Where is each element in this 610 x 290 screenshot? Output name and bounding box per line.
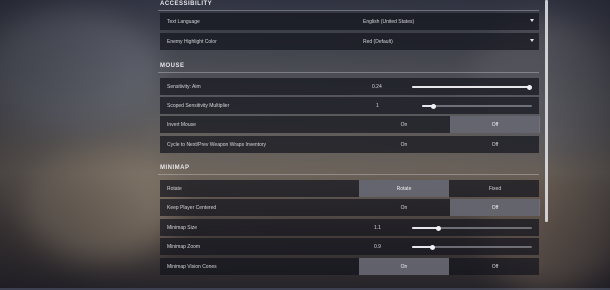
- setting-text-language[interactable]: Text Language English (United States): [160, 13, 539, 30]
- scrollbar[interactable]: [545, 0, 548, 222]
- toggle-off[interactable]: Off: [450, 199, 540, 216]
- setting-invert-mouse: Invert Mouse On Off: [160, 116, 540, 133]
- minimap-size-slider[interactable]: [412, 225, 532, 231]
- setting-cycle-weapon-wraps: Cycle to Next/Prev Weapon Wraps Inventor…: [160, 136, 539, 153]
- toggle-on[interactable]: On: [359, 199, 449, 216]
- sensitivity-aim-slider[interactable]: [412, 84, 533, 90]
- slider-fill: [412, 227, 439, 229]
- slider-value[interactable]: 1: [376, 103, 379, 109]
- setting-enemy-highlight-color[interactable]: Enemy Highlight Color Red (Default): [160, 33, 539, 50]
- section-header-mouse: MOUSE: [158, 59, 539, 73]
- toggle-off[interactable]: Off: [450, 258, 540, 275]
- setting-minimap-vision-cones: Minimap Vision Cones On Off: [160, 258, 539, 275]
- setting-keep-player-centered: Keep Player Centered On Off: [160, 199, 540, 216]
- setting-label: Minimap Vision Cones: [167, 263, 217, 270]
- setting-minimap-size: Minimap Size 1.1: [160, 219, 539, 236]
- toggle-on[interactable]: On: [359, 136, 449, 153]
- dropdown-value[interactable]: Red (Default): [363, 39, 393, 45]
- slider-thumb[interactable]: [429, 244, 435, 250]
- setting-label: Rotate: [167, 185, 182, 192]
- setting-label: Invert Mouse: [167, 121, 196, 128]
- setting-label: Keep Player Centered: [167, 204, 217, 211]
- toggle-on[interactable]: On: [359, 116, 449, 133]
- setting-rotate: Rotate Rotate Fixed: [160, 180, 539, 197]
- setting-label: Scoped Sensitivity Multiplier: [167, 102, 230, 109]
- section-title: ACCESSIBILITY: [160, 0, 213, 7]
- toggle-off[interactable]: Off: [450, 116, 540, 133]
- slider-thumb[interactable]: [430, 103, 436, 109]
- chevron-down-icon[interactable]: [530, 19, 534, 22]
- section-header-minimap: MINIMAP: [158, 161, 539, 175]
- setting-label: Minimap Zoom: [167, 243, 201, 250]
- toggle-rotate[interactable]: Rotate: [359, 180, 449, 197]
- minimap-zoom-slider[interactable]: [412, 244, 532, 250]
- slider-value[interactable]: 1.1: [374, 225, 381, 231]
- setting-label: Text Language: [167, 18, 200, 25]
- slider-fill: [412, 86, 530, 88]
- settings-panel: ACCESSIBILITY Text Language English (Uni…: [158, 0, 541, 288]
- slider-thumb[interactable]: [527, 84, 533, 90]
- slider-value[interactable]: 0.24: [372, 84, 382, 90]
- toggle-off[interactable]: Off: [450, 136, 540, 153]
- setting-label: Sensitivity: Aim: [167, 83, 201, 90]
- setting-minimap-zoom: Minimap Zoom 0.9: [160, 238, 539, 255]
- slider-value[interactable]: 0.9: [374, 244, 381, 250]
- section-header-accessibility: ACCESSIBILITY: [158, 0, 539, 11]
- toggle-fixed[interactable]: Fixed: [450, 180, 540, 197]
- chevron-down-icon[interactable]: [530, 39, 534, 42]
- setting-label: Enemy Highlight Color: [167, 38, 217, 45]
- setting-label: Minimap Size: [167, 224, 198, 231]
- section-title: MOUSE: [160, 62, 185, 69]
- section-title: MINIMAP: [160, 164, 190, 171]
- slider-thumb[interactable]: [435, 225, 441, 231]
- scoped-sensitivity-slider[interactable]: [422, 103, 532, 109]
- setting-label: Cycle to Next/Prev Weapon Wraps Inventor…: [167, 141, 267, 148]
- dropdown-value[interactable]: English (United States): [363, 19, 414, 25]
- toggle-on[interactable]: On: [359, 258, 449, 275]
- setting-scoped-sensitivity: Scoped Sensitivity Multiplier 1: [160, 97, 539, 114]
- setting-sensitivity-aim: Sensitivity: Aim 0.24: [160, 78, 539, 95]
